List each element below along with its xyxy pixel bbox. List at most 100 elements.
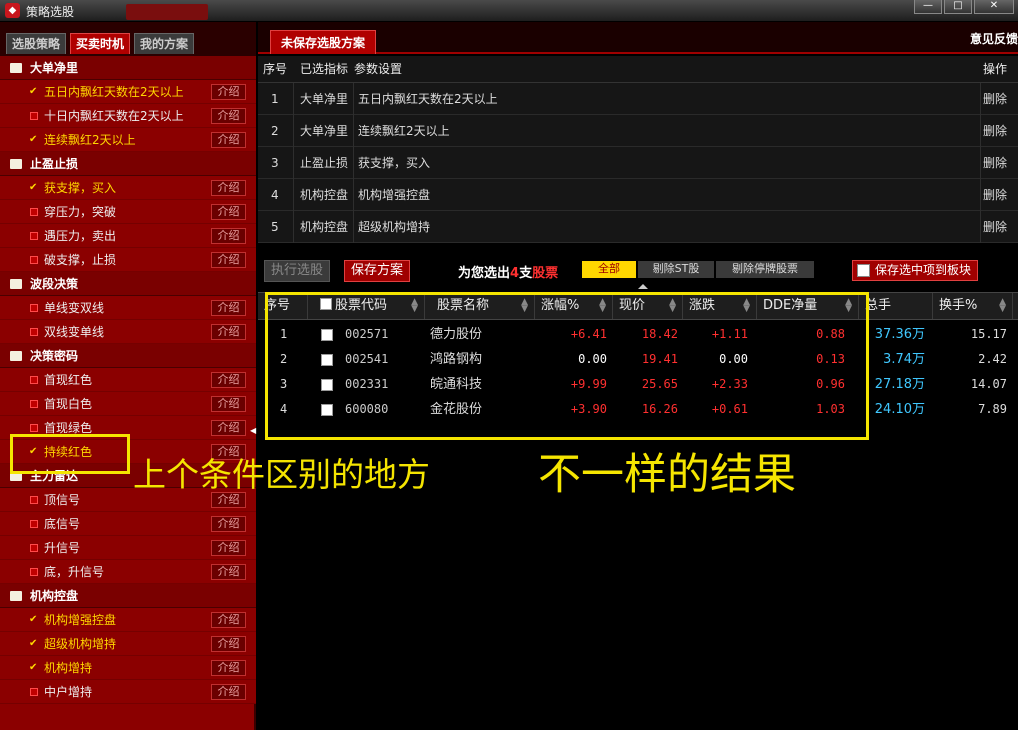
feedback-link[interactable]: 意见反馈 <box>970 30 1018 47</box>
tree-item[interactable]: ✔ 五日内飘红天数在2天以上 介绍 <box>0 80 256 104</box>
intro-button[interactable]: 介绍 <box>211 324 246 340</box>
result-turnover: 15.17 <box>970 327 1007 341</box>
tree-item-label: 获支撑，买入 <box>44 181 117 195</box>
col-vol[interactable]: 总手 <box>859 293 933 319</box>
intro-button[interactable]: 介绍 <box>211 180 246 196</box>
tab-my-plans[interactable]: 我的方案 <box>134 33 195 54</box>
save-to-block-button[interactable]: 保存选中项到板块 <box>852 260 979 281</box>
result-summary: 为您选出4支股票 <box>458 262 558 281</box>
intro-button[interactable]: 介绍 <box>211 252 246 268</box>
sort-icon: ▲ ▼ <box>999 297 1006 314</box>
intro-button[interactable]: 介绍 <box>211 300 246 316</box>
run-selection-button[interactable]: 执行选股 <box>264 260 331 282</box>
tree-item[interactable]: 中户增持 介绍 <box>0 680 256 704</box>
square-bullet-icon <box>30 424 38 432</box>
tree-item[interactable]: 升信号 介绍 <box>0 536 256 560</box>
maximize-button[interactable]: □ <box>944 0 972 14</box>
tree-item[interactable]: ✔ 机构增持 介绍 <box>0 656 256 680</box>
param-setting[interactable]: 获支撑，买入 <box>358 147 430 179</box>
tab-trade-timing[interactable]: 买卖时机 <box>70 33 131 54</box>
tree-item[interactable]: 底信号 介绍 <box>0 512 256 536</box>
intro-button[interactable]: 介绍 <box>211 564 246 580</box>
tree-item[interactable]: ✔ 机构增强控盘 介绍 <box>0 608 256 632</box>
tree-item-label: 超级机构增持 <box>44 637 117 651</box>
tree-group-label: 止盈止损 <box>30 157 79 171</box>
param-setting[interactable]: 超级机构增持 <box>358 211 430 243</box>
result-turnover: 14.07 <box>970 377 1007 391</box>
delete-link[interactable]: 删除 <box>983 211 1007 243</box>
intro-button[interactable]: 介绍 <box>211 684 246 700</box>
minimize-button[interactable]: — <box>914 0 942 14</box>
intro-button[interactable]: 介绍 <box>211 132 246 148</box>
caret-up-icon <box>638 284 648 289</box>
param-setting[interactable]: 机构增强控盘 <box>358 179 430 211</box>
check-icon: ✔ <box>29 662 38 673</box>
tree-item[interactable]: 单线变双线 介绍 <box>0 296 256 320</box>
filter-halted-button[interactable]: 剔除停牌股票 <box>716 261 814 278</box>
tree-item-label: 五日内飘红天数在2天以上 <box>44 85 184 99</box>
tree-item-label: 首现红色 <box>44 373 93 387</box>
result-volume: 37.36万 <box>874 327 925 342</box>
tree-item[interactable]: 破支撑，止损 介绍 <box>0 248 256 272</box>
tree-item[interactable]: ✔ 连续飘红2天以上 介绍 <box>0 128 256 152</box>
param-seq: 4 <box>271 188 279 202</box>
tree-item[interactable]: 双线变单线 介绍 <box>0 320 256 344</box>
intro-button[interactable]: 介绍 <box>211 660 246 676</box>
save-plan-button[interactable]: 保存方案 <box>344 260 411 282</box>
col-turnover[interactable]: 换手% ▲ ▼ <box>933 293 1013 319</box>
filter-all-button[interactable]: 全部 <box>582 261 636 278</box>
intro-button[interactable]: 介绍 <box>211 204 246 220</box>
filter-st-button[interactable]: 剔除ST股 <box>638 261 714 278</box>
param-seq: 3 <box>271 156 279 170</box>
tree-item[interactable]: 遇压力，卖出 介绍 <box>0 224 256 248</box>
folder-icon <box>10 351 22 361</box>
delete-link[interactable]: 删除 <box>983 83 1007 115</box>
tree-item[interactable]: 穿压力，突破 介绍 <box>0 200 256 224</box>
intro-button[interactable]: 介绍 <box>211 516 246 532</box>
header-seq: 序号 <box>263 62 288 76</box>
result-turnover: 7.89 <box>978 402 1007 416</box>
params-row: 4 机构控盘 机构增强控盘 删除 <box>258 179 1018 211</box>
tree-item-label: 穿压力，突破 <box>44 205 117 219</box>
delete-link[interactable]: 删除 <box>983 179 1007 211</box>
intro-button[interactable]: 介绍 <box>211 228 246 244</box>
intro-button[interactable]: 介绍 <box>211 372 246 388</box>
tree-item-label: 首现白色 <box>44 397 93 411</box>
tree-group[interactable]: 止盈止损 <box>0 152 256 176</box>
param-indicator: 大单净里 <box>300 124 349 138</box>
param-setting[interactable]: 连续飘红2天以上 <box>358 115 450 147</box>
tab-stock-strategy[interactable]: 选股策略 <box>6 33 67 54</box>
intro-button[interactable]: 介绍 <box>211 108 246 124</box>
tree-item[interactable]: ✔ 获支撑，买入 介绍 <box>0 176 256 200</box>
tree-item-label: 破支撑，止损 <box>44 253 117 267</box>
result-mid: 支 <box>519 266 533 281</box>
tree-group[interactable]: 决策密码 <box>0 344 256 368</box>
intro-button[interactable]: 介绍 <box>211 636 246 652</box>
tree-item[interactable]: 十日内飘红天数在2天以上 介绍 <box>0 104 256 128</box>
collapse-arrow-icon[interactable]: ◀ <box>250 426 256 438</box>
intro-button[interactable]: 介绍 <box>211 396 246 412</box>
params-row: 3 止盈止损 获支撑，买入 删除 <box>258 147 1018 179</box>
intro-button[interactable]: 介绍 <box>211 540 246 556</box>
tree-item[interactable]: ✔ 超级机构增持 介绍 <box>0 632 256 656</box>
tree-group[interactable]: 波段决策 <box>0 272 256 296</box>
plan-tabs: 未保存选股方案 意见反馈 <box>258 22 1018 54</box>
delete-link[interactable]: 删除 <box>983 115 1007 147</box>
tree-item[interactable]: 首现白色 介绍 <box>0 392 256 416</box>
square-bullet-icon <box>30 376 38 384</box>
intro-button[interactable]: 介绍 <box>211 612 246 628</box>
tree-item[interactable]: 首现红色 介绍 <box>0 368 256 392</box>
tree-item[interactable]: 底，升信号 介绍 <box>0 560 256 584</box>
tree-item-label: 机构增持 <box>44 661 93 675</box>
result-count: 4 <box>510 266 520 281</box>
tree-group[interactable]: 机构控盘 <box>0 584 256 608</box>
tab-unsaved-plan[interactable]: 未保存选股方案 <box>270 30 377 54</box>
col-turnover-label: 换手% <box>939 298 978 313</box>
intro-button[interactable]: 介绍 <box>211 420 246 436</box>
close-button[interactable]: ✕ <box>974 0 1014 14</box>
delete-link[interactable]: 删除 <box>983 147 1007 179</box>
tree-group[interactable]: 大单净里 <box>0 56 256 80</box>
intro-button[interactable]: 介绍 <box>211 84 246 100</box>
param-setting[interactable]: 五日内飘红天数在2天以上 <box>358 83 498 115</box>
result-prefix: 为您选出 <box>458 266 511 281</box>
